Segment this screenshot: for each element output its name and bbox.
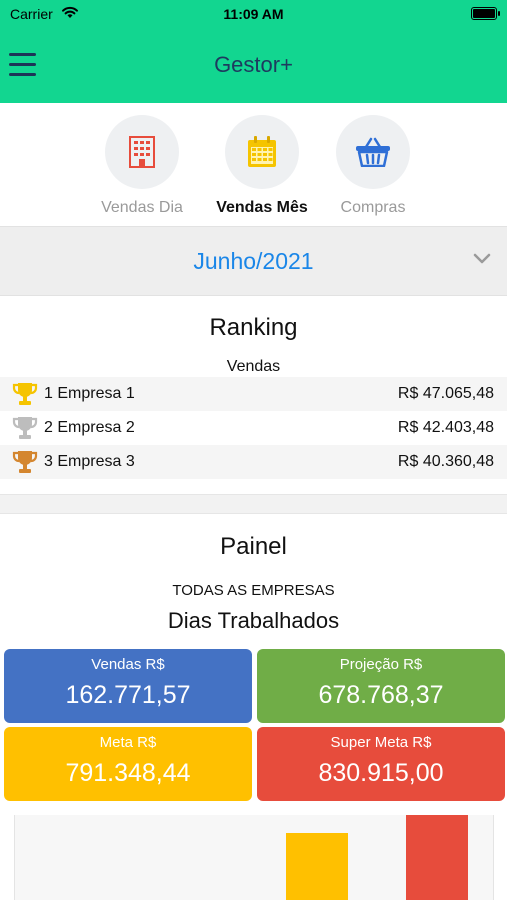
app-title: Gestor+: [214, 52, 293, 77]
tab-vendas-dia[interactable]: Vendas Dia: [87, 115, 197, 217]
status-bar: Carrier 11:09 AM: [0, 0, 507, 30]
calendar-icon: [248, 136, 276, 167]
clock: 11:09 AM: [223, 6, 284, 22]
chart-bar: [286, 833, 348, 900]
tab-bar: Vendas Dia Vendas Mês Compras: [0, 103, 507, 225]
app-header: Gestor+: [0, 30, 507, 103]
days-worked-label: Dias Trabalhados: [167, 608, 340, 633]
bronze-trophy-icon: [12, 451, 38, 473]
card-meta[interactable]: Meta R$ 791.348,44: [4, 727, 252, 801]
tab-label: Compras: [340, 199, 406, 216]
battery-icon: [471, 7, 500, 20]
card-value: 678.768,37: [318, 681, 444, 709]
card-projecao[interactable]: Projeção R$ 678.768,37: [257, 649, 505, 723]
silver-trophy-icon: [12, 417, 38, 439]
card-label: Super Meta R$: [330, 734, 432, 751]
ranking-row: 3 Empresa 3 R$ 40.360,48: [0, 445, 507, 479]
tab-compras[interactable]: Compras: [318, 115, 428, 217]
building-icon: [129, 136, 155, 168]
ranking-value: R$ 47.065,48: [397, 385, 494, 402]
ranking-value: R$ 40.360,48: [397, 453, 494, 470]
chevron-down-icon: [473, 253, 491, 264]
bar-chart: [14, 815, 494, 900]
card-vendas[interactable]: Vendas R$ 162.771,57: [4, 649, 252, 723]
ranking-title: Ranking: [209, 314, 298, 341]
ranking-subtitle: Vendas: [226, 358, 281, 375]
card-value: 791.348,44: [65, 759, 191, 787]
card-value: 162.771,57: [65, 681, 191, 709]
panel-scope: TODAS AS EMPRESAS: [172, 582, 335, 599]
tab-label: Vendas Mês: [216, 199, 308, 216]
panel-title: Painel: [220, 533, 287, 560]
card-label: Projeção R$: [339, 656, 423, 673]
card-label: Vendas R$: [91, 656, 165, 673]
card-value: 830.915,00: [318, 759, 444, 787]
gold-trophy-icon: [12, 383, 38, 405]
ranking-name: 2 Empresa 2: [44, 419, 135, 436]
ranking-name: 3 Empresa 3: [44, 453, 135, 470]
card-label: Meta R$: [99, 734, 157, 751]
ranking-row: 2 Empresa 2 R$ 42.403,48: [0, 411, 507, 445]
ranking-row: 1 Empresa 1 R$ 47.065,48: [0, 377, 507, 411]
section-divider: [0, 494, 507, 514]
card-super-meta[interactable]: Super Meta R$ 830.915,00: [257, 727, 505, 801]
chart-bar: [406, 815, 468, 900]
ranking-value: R$ 42.403,48: [397, 419, 494, 436]
month-value: Junho/2021: [193, 248, 314, 274]
tab-label: Vendas Dia: [101, 199, 183, 216]
basket-icon: [356, 137, 390, 167]
month-selector[interactable]: Junho/2021: [0, 226, 507, 296]
tab-vendas-mes[interactable]: Vendas Mês: [207, 115, 317, 217]
ranking-name: 1 Empresa 1: [44, 385, 135, 402]
